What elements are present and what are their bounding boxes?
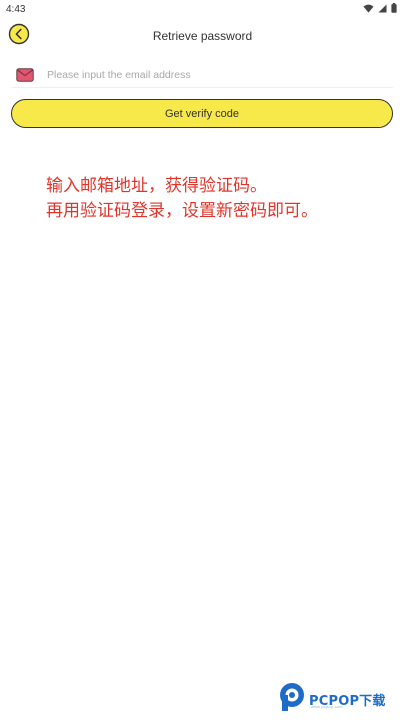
retrieve-password-screen: 4:43 Retrieve password Please input the … — [0, 0, 405, 720]
battery-icon — [391, 0, 397, 18]
status-bar: 4:43 — [0, 0, 405, 18]
instruction-text: 输入邮箱地址，获得验证码。 再用验证码登录，设置新密码即可。 — [46, 174, 386, 224]
status-time: 4:43 — [6, 3, 26, 15]
chevron-left-circle-icon — [8, 23, 30, 50]
pcpop-logo-icon — [278, 682, 306, 717]
status-icons — [363, 0, 397, 18]
email-row — [12, 62, 393, 88]
watermark: PCPOP下载 www.pcpop.com — [278, 682, 405, 717]
back-button[interactable] — [8, 23, 30, 50]
mail-icon — [15, 65, 35, 85]
header: Retrieve password — [0, 22, 405, 50]
instruction-line-1: 输入邮箱地址，获得验证码。 — [46, 176, 267, 196]
signal-icon — [378, 0, 387, 18]
wifi-icon — [363, 0, 374, 18]
instruction-line-2: 再用验证码登录，设置新密码即可。 — [46, 201, 318, 221]
get-verify-code-button[interactable]: Get verify code — [11, 99, 393, 128]
page-title: Retrieve password — [152, 29, 253, 43]
watermark-subtext: www.pcpop.com — [311, 704, 343, 709]
email-input[interactable] — [47, 68, 347, 81]
